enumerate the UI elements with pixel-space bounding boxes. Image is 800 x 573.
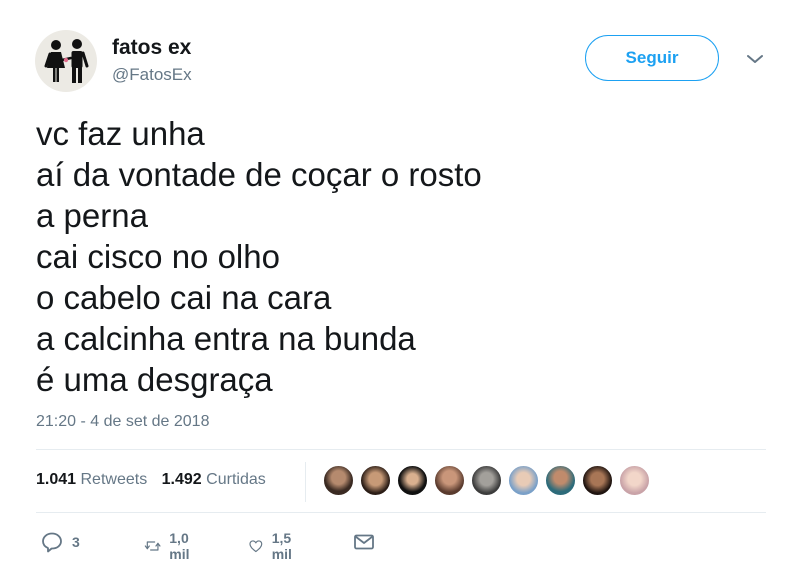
- retweet-button[interactable]: 1,0 mil: [144, 530, 198, 562]
- divider: [36, 449, 766, 450]
- liker-avatar[interactable]: [507, 464, 540, 497]
- direct-message-button[interactable]: [352, 530, 376, 554]
- tweet-line: o cabelo cai na cara: [36, 279, 332, 316]
- author-name[interactable]: fatos ex: [112, 36, 191, 60]
- reply-count: 3: [72, 534, 80, 550]
- like-count: 1,5 mil: [271, 530, 292, 562]
- tweet-card: fatos ex @FatosEx Seguir vc faz unha aí …: [0, 0, 800, 573]
- author-handle[interactable]: @FatosEx: [112, 65, 192, 85]
- retweet-count: 1,0 mil: [169, 530, 190, 562]
- likes-stat[interactable]: 1.492 Curtidas: [162, 471, 266, 489]
- heart-icon: [249, 540, 263, 553]
- tweet-stats: 1.041 Retweets 1.492 Curtidas: [36, 471, 276, 489]
- retweets-count: 1.041: [36, 471, 77, 488]
- tweet-line: cai cisco no olho: [36, 238, 280, 275]
- tweet-text: vc faz unha aí da vontade de coçar o ros…: [36, 113, 756, 400]
- envelope-icon: [354, 534, 374, 550]
- tweet-line: é uma desgraça: [36, 361, 273, 398]
- tweet-line: a perna: [36, 197, 148, 234]
- liker-avatar[interactable]: [359, 464, 392, 497]
- divider: [36, 512, 766, 513]
- liker-avatar[interactable]: [618, 464, 651, 497]
- tweet-timestamp[interactable]: 21:20 - 4 de set de 2018: [36, 413, 209, 431]
- retweets-stat[interactable]: 1.041 Retweets: [36, 471, 147, 489]
- likes-count: 1.492: [161, 471, 202, 488]
- liker-avatar[interactable]: [396, 464, 429, 497]
- avatar[interactable]: [35, 30, 97, 92]
- liker-avatar[interactable]: [322, 464, 355, 497]
- liker-avatar[interactable]: [581, 464, 614, 497]
- stats-separator: [305, 462, 306, 502]
- liker-avatar[interactable]: [470, 464, 503, 497]
- follow-button[interactable]: Seguir: [585, 35, 719, 81]
- tweet-line: vc faz unha: [36, 115, 205, 152]
- retweets-label: Retweets: [80, 471, 148, 488]
- retweet-icon: [144, 541, 161, 551]
- like-button[interactable]: 1,5 mil: [248, 530, 300, 562]
- reply-button[interactable]: 3: [40, 530, 80, 554]
- chevron-down-icon[interactable]: [744, 52, 766, 66]
- tweet-line: aí da vontade de coçar o rosto: [36, 156, 482, 193]
- tweet-line: a calcinha entra na bunda: [36, 320, 416, 357]
- reply-icon: [42, 532, 62, 553]
- couple-figures-icon: [44, 39, 89, 83]
- liker-avatar[interactable]: [544, 464, 577, 497]
- liker-avatar[interactable]: [433, 464, 466, 497]
- likes-label: Curtidas: [206, 471, 266, 488]
